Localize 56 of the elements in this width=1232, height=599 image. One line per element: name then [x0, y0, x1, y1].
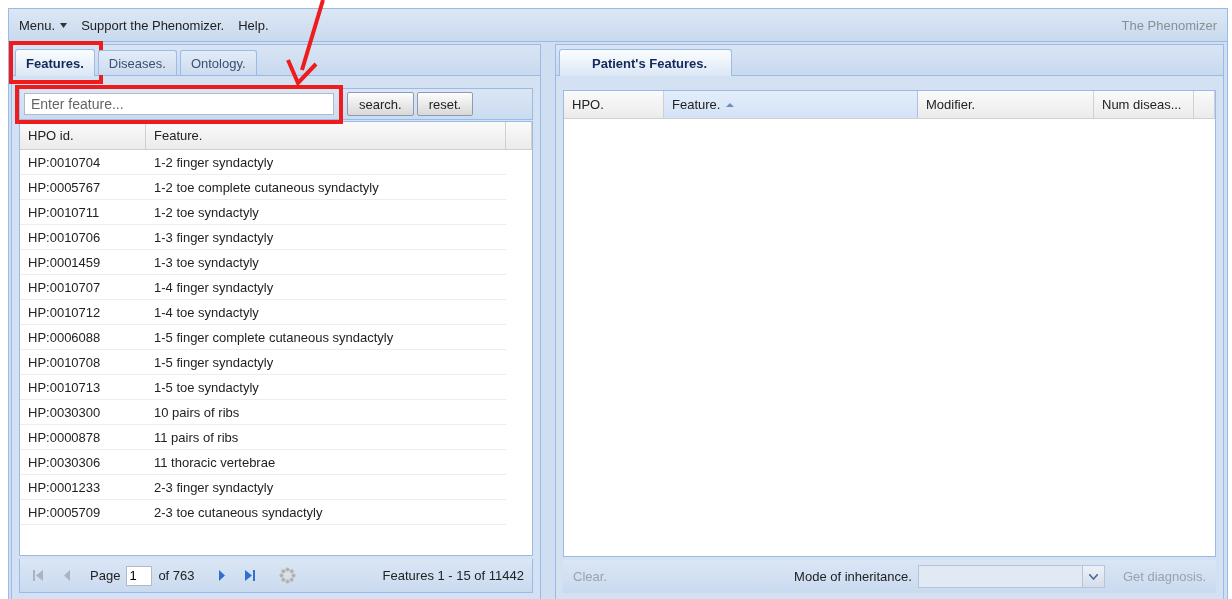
column-header[interactable]: Modifier. — [918, 91, 1094, 118]
table-cell-text: 2-3 toe cutaneous syndactyly — [153, 504, 324, 520]
table-cell-text: HP:0010713 — [27, 379, 102, 395]
table-cell-text: HP:0030300 — [27, 404, 102, 420]
table-cell-text: HP:0001459 — [27, 254, 102, 270]
chevron-down-icon — [1088, 573, 1098, 580]
table-cell-text: 11 pairs of ribs — [153, 429, 240, 445]
table-cell-text: HP:0006088 — [27, 329, 102, 345]
page-count: of 763 — [158, 568, 195, 583]
tab[interactable]: Ontology. — [179, 50, 257, 75]
table-cell-text: 2-3 finger syndactyly — [153, 479, 275, 495]
table-cell-text: HP:0030306 — [27, 454, 102, 470]
menu-item[interactable]: Menu. — [19, 17, 68, 33]
table-cell-text: 1-3 finger syndactyly — [153, 229, 275, 245]
menu-item[interactable]: Support the Phenomizer. — [81, 17, 225, 33]
column-header[interactable]: Feature. — [146, 122, 506, 149]
app-title: The Phenomizer — [1121, 17, 1217, 33]
column-header[interactable]: Feature. — [664, 91, 918, 118]
table-cell-text: 1-2 finger syndactyly — [153, 154, 275, 170]
column-header[interactable]: HPO id. — [20, 122, 146, 149]
table-cell-text: 1-5 finger syndactyly — [153, 354, 275, 370]
toolbar-button[interactable]: reset. — [416, 92, 474, 116]
table-cell-text: HP:0010708 — [27, 354, 102, 370]
table-cell-text: 1-2 toe syndactyly — [153, 204, 260, 220]
tab[interactable]: Patient's Features. — [559, 49, 733, 76]
table-cell-text: 1-4 toe syndactyly — [153, 304, 260, 320]
field-label: Mode of inheritance. — [794, 569, 912, 584]
table-cell-text: 11 thoracic vertebrae — [153, 454, 277, 470]
table-cell-text: HP:0010712 — [27, 304, 102, 320]
tab[interactable]: Diseases. — [97, 50, 177, 75]
table-cell-text: 1-4 finger syndactyly — [153, 279, 275, 295]
table-cell-text: HP:0001233 — [27, 479, 102, 495]
page-label: Page — [90, 568, 121, 583]
inheritance-dropdown[interactable] — [917, 565, 1105, 588]
page-field[interactable]: 1 — [126, 565, 153, 586]
table-cell-text: HP:0010711 — [27, 204, 101, 220]
toolbar-button[interactable]: search. — [347, 92, 414, 116]
table-cell-text: 1-3 toe syndactyly — [153, 254, 260, 270]
table-cell-text: 1-2 toe complete cutaneous syndactyly — [153, 179, 380, 195]
table-cell-text: HP:0000878 — [27, 429, 102, 445]
menu-item[interactable]: Help. — [238, 17, 269, 33]
search-field[interactable]: Enter feature... — [24, 93, 334, 115]
table-cell-text: HP:0010707 — [27, 279, 102, 295]
paging-summary: Features 1 - 15 of 11442 — [382, 568, 524, 583]
table-cell-text: HP:0005767 — [27, 179, 102, 195]
column-header[interactable]: Num diseas... — [1094, 91, 1194, 118]
table-cell-text: HP:0010706 — [27, 229, 102, 245]
table-cell-text: HP:0010704 — [27, 154, 102, 170]
table-cell-text: 1-5 toe syndactyly — [153, 379, 260, 395]
table-cell-text: HP:0005709 — [27, 504, 102, 520]
table-cell-text: 10 pairs of ribs — [153, 404, 241, 420]
tab[interactable]: Features. — [15, 49, 95, 76]
caret-icon — [60, 22, 68, 28]
refresh-icon — [279, 567, 297, 584]
table-cell-text: 1-5 finger complete cutaneous syndactyly — [153, 329, 395, 345]
sort-arrow-icon — [726, 101, 735, 108]
